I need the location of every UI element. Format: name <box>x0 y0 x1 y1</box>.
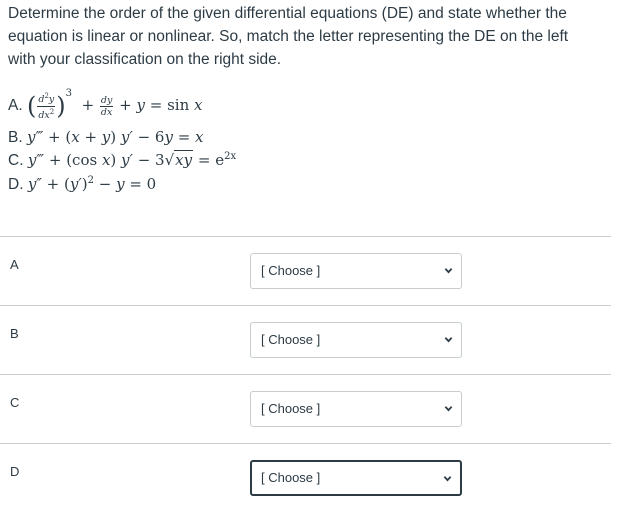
select-value: [ Choose ] <box>261 470 321 485</box>
match-row-b: B [ Choose ] <box>0 306 611 374</box>
equation-letter: A. <box>8 97 23 114</box>
equation-letter: D. <box>8 176 24 193</box>
match-row-d: D [ Choose ] <box>0 444 611 512</box>
chevron-down-icon <box>443 476 452 482</box>
match-label: D <box>10 464 20 479</box>
match-row-c: C [ Choose ] <box>0 375 611 443</box>
equation-letter: B. <box>8 129 23 146</box>
equation-a: A. (d2y dx2)3 + dy dx + y = sin x <box>8 88 202 121</box>
equation-b: B. y‴ + (x + y) y′ − 6y = x <box>8 128 204 147</box>
chevron-down-icon <box>444 337 453 343</box>
equation-d: D. y″ + (y′)2 − y = 0 <box>8 175 156 194</box>
match-label: A <box>10 257 19 272</box>
equation-math: y‴ + (x + y) y′ − 6y = x <box>26 128 204 146</box>
match-label: B <box>10 326 19 341</box>
equation-c: C. y‴ + (cos x) y′ − 3√xy = e2x <box>8 150 237 170</box>
chevron-down-icon <box>444 406 453 412</box>
equation-math: y″ + (y′)2 − y = 0 <box>27 175 157 193</box>
classification-select-a[interactable]: [ Choose ] <box>250 253 462 289</box>
select-value: [ Choose ] <box>261 332 321 347</box>
question-prompt: Determine the order of the given differe… <box>8 2 608 71</box>
question-line-3: with your classification on the right si… <box>8 51 282 68</box>
equation-math: y‴ + (cos x) y′ − 3√xy = e2x <box>27 150 237 169</box>
classification-select-b[interactable]: [ Choose ] <box>250 322 462 358</box>
match-label: C <box>10 395 20 410</box>
select-value: [ Choose ] <box>261 401 321 416</box>
classification-select-d[interactable]: [ Choose ] <box>250 460 462 496</box>
question-line-1: Determine the order of the given differe… <box>8 5 567 22</box>
equation-letter: C. <box>8 152 24 169</box>
equation-math: (d2y dx2)3 + dy dx + y = sin x <box>26 88 203 121</box>
chevron-down-icon <box>444 268 453 274</box>
select-value: [ Choose ] <box>261 263 321 278</box>
question-text: Determine the order of the given differe… <box>8 2 608 71</box>
classification-select-c[interactable]: [ Choose ] <box>250 391 462 427</box>
match-row-a: A [ Choose ] <box>0 237 611 305</box>
question-line-2: equation is linear or nonlinear. So, mat… <box>8 28 569 45</box>
